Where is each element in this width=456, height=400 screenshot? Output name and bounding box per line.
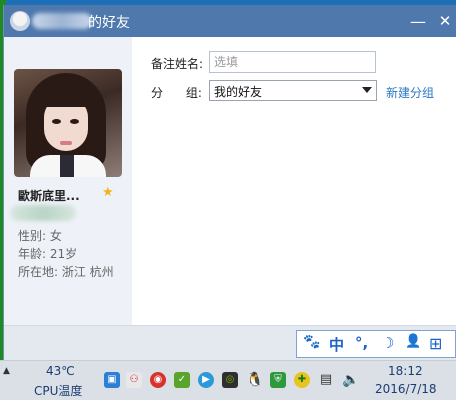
user-icon[interactable]: 👤 [405,334,421,349]
chevron-down-icon [362,87,372,93]
new-group-link[interactable]: 新建分组 [386,84,434,101]
minimize-button[interactable]: — [407,10,429,32]
paw-icon[interactable]: 🐾 [303,334,320,350]
close-button[interactable]: ✕ [434,10,456,32]
title-bar[interactable]: 的好友 — ✕ [4,5,456,37]
people-app-icon[interactable]: ⚇ [126,372,142,388]
avatar [14,69,122,177]
remark-label: 备注姓名: [151,57,204,71]
moon-icon[interactable]: ☽ [381,334,394,352]
cpu-label: CPU温度 [34,384,83,398]
expand-up-icon[interactable]: ▲ [3,366,10,376]
qq-penguin-icon [10,11,30,31]
shield-icon[interactable]: ⛨ [270,372,286,388]
cpu-temperature: 43℃ [46,364,75,378]
clock-date[interactable]: 2016/7/18 [375,382,437,396]
star-icon: ★ [102,185,114,200]
ime-mode-chinese[interactable]: 中 [329,334,344,355]
add-friend-window: 的好友 — ✕ 歐斯底里... ★ 性别: 女 年龄: 21岁 所在地: 浙江 … [3,5,456,361]
age-text: 年龄: 21岁 [18,247,78,261]
remark-name-input[interactable] [209,51,376,73]
volume-icon[interactable]: 🔈 [342,372,359,388]
group-select[interactable]: 我的好友 [209,80,377,101]
gender-text: 性别: 女 [18,229,62,243]
title-blurred-text [32,13,92,29]
location-text: 所在地: 浙江 杭州 [18,265,114,279]
group-select-value: 我的好友 [214,85,263,99]
weibo-icon[interactable]: ◉ [150,372,166,388]
grid-icon[interactable]: ⊞ [429,334,442,353]
nvidia-icon[interactable]: ◎ [222,372,238,388]
group-label: 分 组: [151,86,202,100]
profile-sidebar: 歐斯底里... ★ 性别: 女 年龄: 21岁 所在地: 浙江 杭州 [4,37,132,325]
contact-name: 歐斯底里... [18,189,80,203]
cube-app-icon[interactable]: ▣ [104,372,120,388]
punctuation-icon[interactable]: °, [355,334,368,352]
network-icon[interactable]: ▤ [318,372,334,388]
security-app-icon[interactable]: ✓ [174,372,190,388]
player-icon[interactable]: ▶ [198,372,214,388]
taskbar: ▲ 43℃ CPU温度 ▣ ⚇ ◉ ✓ ▶ ◎ 🐧 ⛨ ✚ ▤ 🔈 18:12 … [0,360,456,400]
clock-time[interactable]: 18:12 [388,364,423,378]
ime-toolbar: 🐾 中 °, ☽ 👤 ⊞ [296,330,456,358]
plus-app-icon[interactable]: ✚ [294,372,310,388]
window-title: 的好友 [88,15,130,31]
qq-penguin-tray-icon[interactable]: 🐧 [246,372,263,388]
account-blurred-text [10,205,76,221]
